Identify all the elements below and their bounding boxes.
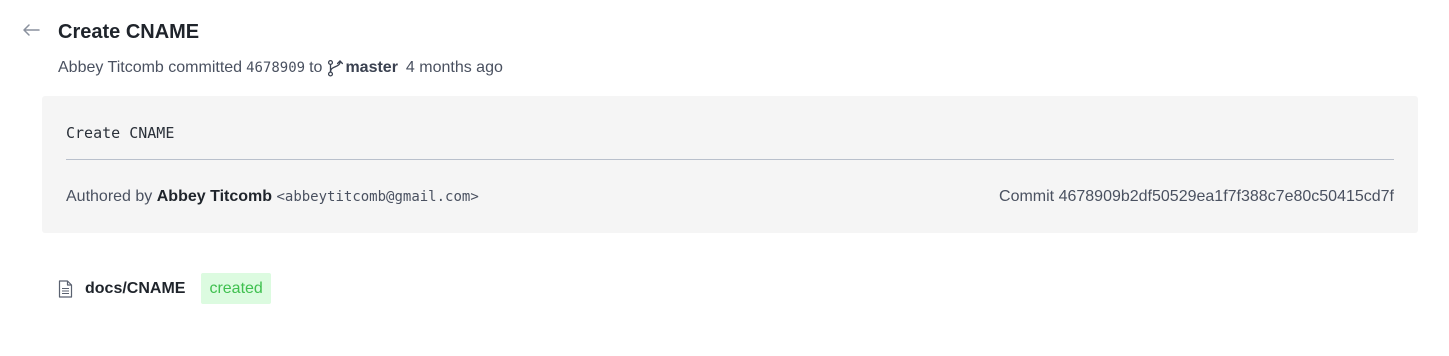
commit-action: committed — [168, 59, 243, 76]
file-list-item: docs/CNAME created — [58, 273, 271, 304]
authored-by-label: Authored by — [66, 188, 153, 205]
commit-detail-page: Create CNAME Abbey Titcomb committed 467… — [0, 0, 1449, 356]
git-branch-icon — [327, 59, 344, 77]
branch-link[interactable]: master — [345, 58, 397, 78]
commit-author: Abbey Titcomb — [58, 59, 164, 76]
commit-short-hash[interactable]: 4678909 — [246, 58, 305, 78]
page-title: Create CNAME — [58, 21, 200, 43]
back-button[interactable] — [20, 22, 42, 42]
to-text: to — [309, 59, 323, 76]
arrow-left-icon — [22, 23, 40, 42]
file-text-icon — [58, 279, 73, 298]
author-name: Abbey Titcomb — [156, 188, 273, 205]
commit-time: 4 months ago — [405, 59, 503, 76]
status-badge: created — [201, 273, 271, 304]
commit-details-box: Create CNAME Authored by Abbey Titcomb <… — [42, 96, 1418, 233]
commit-meta: Abbey Titcomb committed 4678909 to maste… — [58, 58, 503, 78]
authored-by: Authored by Abbey Titcomb <abbeytitcomb@… — [66, 187, 479, 207]
commit-message: Create CNAME — [66, 124, 175, 142]
author-email: <abbeytitcomb@gmail.com> — [276, 189, 479, 205]
file-path-link[interactable]: docs/CNAME — [85, 280, 185, 298]
commit-full-hash: Commit 4678909b2df50529ea1f7f388c7e80c50… — [999, 188, 1394, 205]
divider — [66, 159, 1394, 160]
